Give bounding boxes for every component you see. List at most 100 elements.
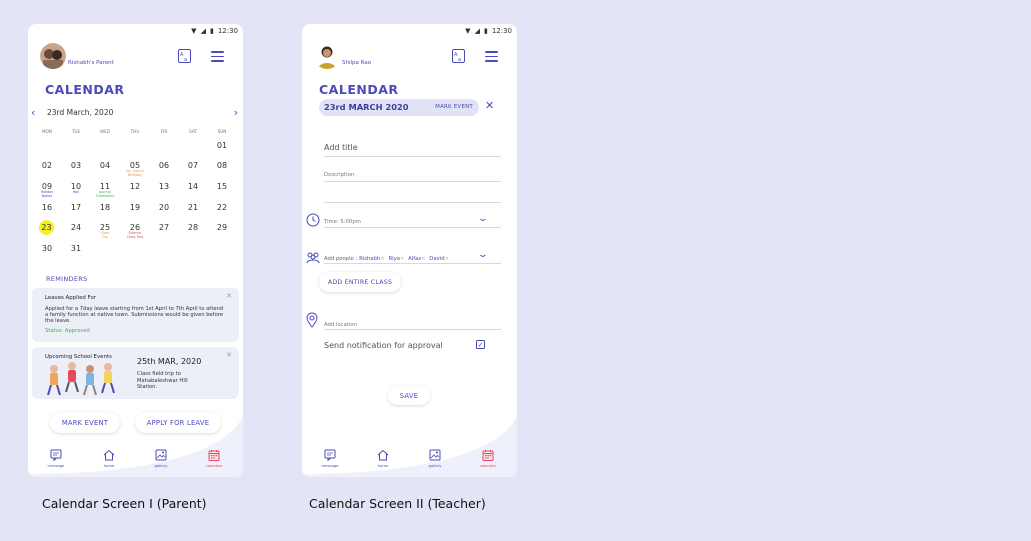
location-pin-icon — [306, 312, 318, 328]
notification-checkbox[interactable]: ✓ — [476, 340, 485, 349]
nav-calendar[interactable]: calendar — [470, 449, 506, 468]
save-button[interactable]: SAVE — [388, 386, 430, 405]
day-cell[interactable]: 29 — [210, 223, 234, 232]
description-field[interactable]: Description — [324, 168, 501, 182]
location-placeholder: Add location — [324, 322, 357, 328]
chevron-down-icon[interactable]: ⌄ — [478, 250, 489, 260]
nav-home[interactable]: home — [91, 449, 127, 468]
calendar-icon — [482, 450, 494, 461]
description-line[interactable] — [324, 183, 501, 203]
day-cell[interactable]: 01 — [210, 141, 234, 150]
remove-icon[interactable]: ✕ — [421, 256, 425, 262]
time-picker[interactable]: Time: 5:00pm ⌄ — [324, 214, 501, 228]
title-placeholder: Add title — [324, 143, 358, 152]
weekday-sun: SUN — [217, 129, 227, 134]
event-note: Trip — [102, 235, 108, 239]
day-cell[interactable]: 31 — [64, 244, 88, 253]
app-header: Rishabh's Parent Aa — [40, 43, 231, 71]
day-cell[interactable]: 15 — [210, 182, 234, 191]
day-cell[interactable]: 06 — [152, 161, 176, 170]
day-cell[interactable]: 18 — [93, 203, 117, 212]
weekday-thu: THU — [130, 129, 140, 134]
caption-teacher: Calendar Screen II (Teacher) — [309, 496, 486, 511]
page-title: CALENDAR — [45, 82, 125, 97]
day-cell[interactable]: 13 — [152, 182, 176, 191]
chevron-left-icon[interactable]: ‹ — [31, 106, 35, 119]
day-cell[interactable]: 12 — [123, 182, 147, 191]
hamburger-menu-icon[interactable] — [485, 51, 498, 62]
event-note: Submission — [95, 194, 115, 198]
people-list: Add people : Rishabh✕ Riya✕ Alfaz✕ David… — [324, 256, 451, 262]
remove-icon[interactable]: ✕ — [400, 256, 404, 262]
wifi-icon: ▼ — [191, 27, 197, 35]
person-chip[interactable]: Alfaz — [408, 256, 421, 262]
nav-gallery[interactable]: gallery — [417, 449, 453, 468]
month-navigator: ‹ 23rd March, 2020 › — [31, 106, 240, 120]
add-people-field[interactable]: Add people : Rishabh✕ Riya✕ Alfaz✕ David… — [324, 250, 501, 264]
person-chip[interactable]: Riya — [388, 256, 400, 262]
nav-label: gallery — [428, 463, 442, 468]
day-cell[interactable]: 20 — [152, 203, 176, 212]
nav-gallery[interactable]: gallery — [143, 449, 179, 468]
svg-text:a: a — [458, 57, 461, 63]
nav-calendar[interactable]: calendar — [196, 449, 232, 468]
status-badge: Status: Approved — [45, 328, 90, 334]
people-icon — [306, 252, 320, 264]
chevron-down-icon[interactable]: ⌄ — [478, 214, 489, 224]
day-cell[interactable]: 04 — [93, 161, 117, 170]
event-reminder-card[interactable]: ✕ Upcoming School Events 25th MAR, 2020 … — [32, 347, 239, 399]
nav-message[interactable]: message — [38, 449, 74, 468]
home-icon — [103, 449, 115, 461]
add-people-label: Add people : — [324, 256, 358, 262]
chevron-right-icon[interactable]: › — [234, 106, 238, 119]
nav-label: home — [377, 463, 389, 468]
day-cell[interactable]: 19 — [123, 203, 147, 212]
day-cell-today[interactable]: 23 — [39, 220, 54, 235]
day-cell[interactable]: 28 — [181, 223, 205, 232]
remove-icon[interactable]: ✕ — [380, 256, 384, 262]
card-title: Leaves Applied For — [45, 295, 96, 301]
person-chip[interactable]: Rishabh — [359, 256, 380, 262]
mark-event-button[interactable]: MARK EVENT — [50, 412, 120, 433]
signal-icon: ◢ — [200, 27, 206, 35]
day-cell[interactable]: 08 — [210, 161, 234, 170]
day-cell[interactable]: 27 — [152, 223, 176, 232]
close-icon[interactable]: ✕ — [226, 292, 232, 300]
nav-label: calendar — [479, 463, 497, 468]
translate-icon[interactable]: Aa — [452, 48, 465, 63]
selected-date-pill: 23rd MARCH 2020 MARK EVENT — [319, 99, 479, 116]
description-placeholder: Description — [324, 172, 355, 178]
nav-home[interactable]: home — [365, 449, 401, 468]
day-cell[interactable]: 21 — [181, 203, 205, 212]
add-entire-class-button[interactable]: ADD ENTIRE CLASS — [319, 272, 401, 292]
event-note: Dahan — [41, 194, 53, 198]
day-cell[interactable]: 03 — [64, 161, 88, 170]
avatar[interactable] — [314, 43, 340, 69]
avatar[interactable] — [40, 43, 66, 69]
calendar-icon — [208, 450, 220, 461]
hamburger-menu-icon[interactable] — [211, 51, 224, 62]
person-chip[interactable]: David — [429, 256, 444, 262]
notification-label: Send notification for approval — [324, 341, 443, 350]
reminders-heading: REMINDERS — [46, 275, 88, 283]
title-field[interactable]: Add title — [324, 137, 501, 157]
selected-date: 23rd MARCH 2020 — [324, 102, 409, 112]
close-icon[interactable]: ✕ — [485, 99, 494, 112]
weekday-fri: FRI — [160, 129, 168, 134]
leave-reminder-card[interactable]: ✕ Leaves Applied For Applied for a 7day … — [32, 288, 239, 342]
location-field[interactable]: Add location — [324, 317, 501, 330]
day-cell[interactable]: 24 — [64, 223, 88, 232]
day-cell[interactable]: 17 — [64, 203, 88, 212]
weekday-tue: TUE — [71, 129, 81, 134]
close-icon[interactable]: ✕ — [226, 351, 232, 359]
day-cell[interactable]: 16 — [35, 203, 59, 212]
day-cell[interactable]: 02 — [35, 161, 59, 170]
day-cell[interactable]: 14 — [181, 182, 205, 191]
day-cell[interactable]: 22 — [210, 203, 234, 212]
day-cell[interactable]: 30 — [35, 244, 59, 253]
remove-icon[interactable]: ✕ — [445, 256, 449, 262]
nav-message[interactable]: message — [312, 449, 348, 468]
translate-icon[interactable]: Aa — [178, 48, 191, 63]
day-cell[interactable]: 07 — [181, 161, 205, 170]
apply-for-leave-button[interactable]: APPLY FOR LEAVE — [135, 412, 221, 433]
